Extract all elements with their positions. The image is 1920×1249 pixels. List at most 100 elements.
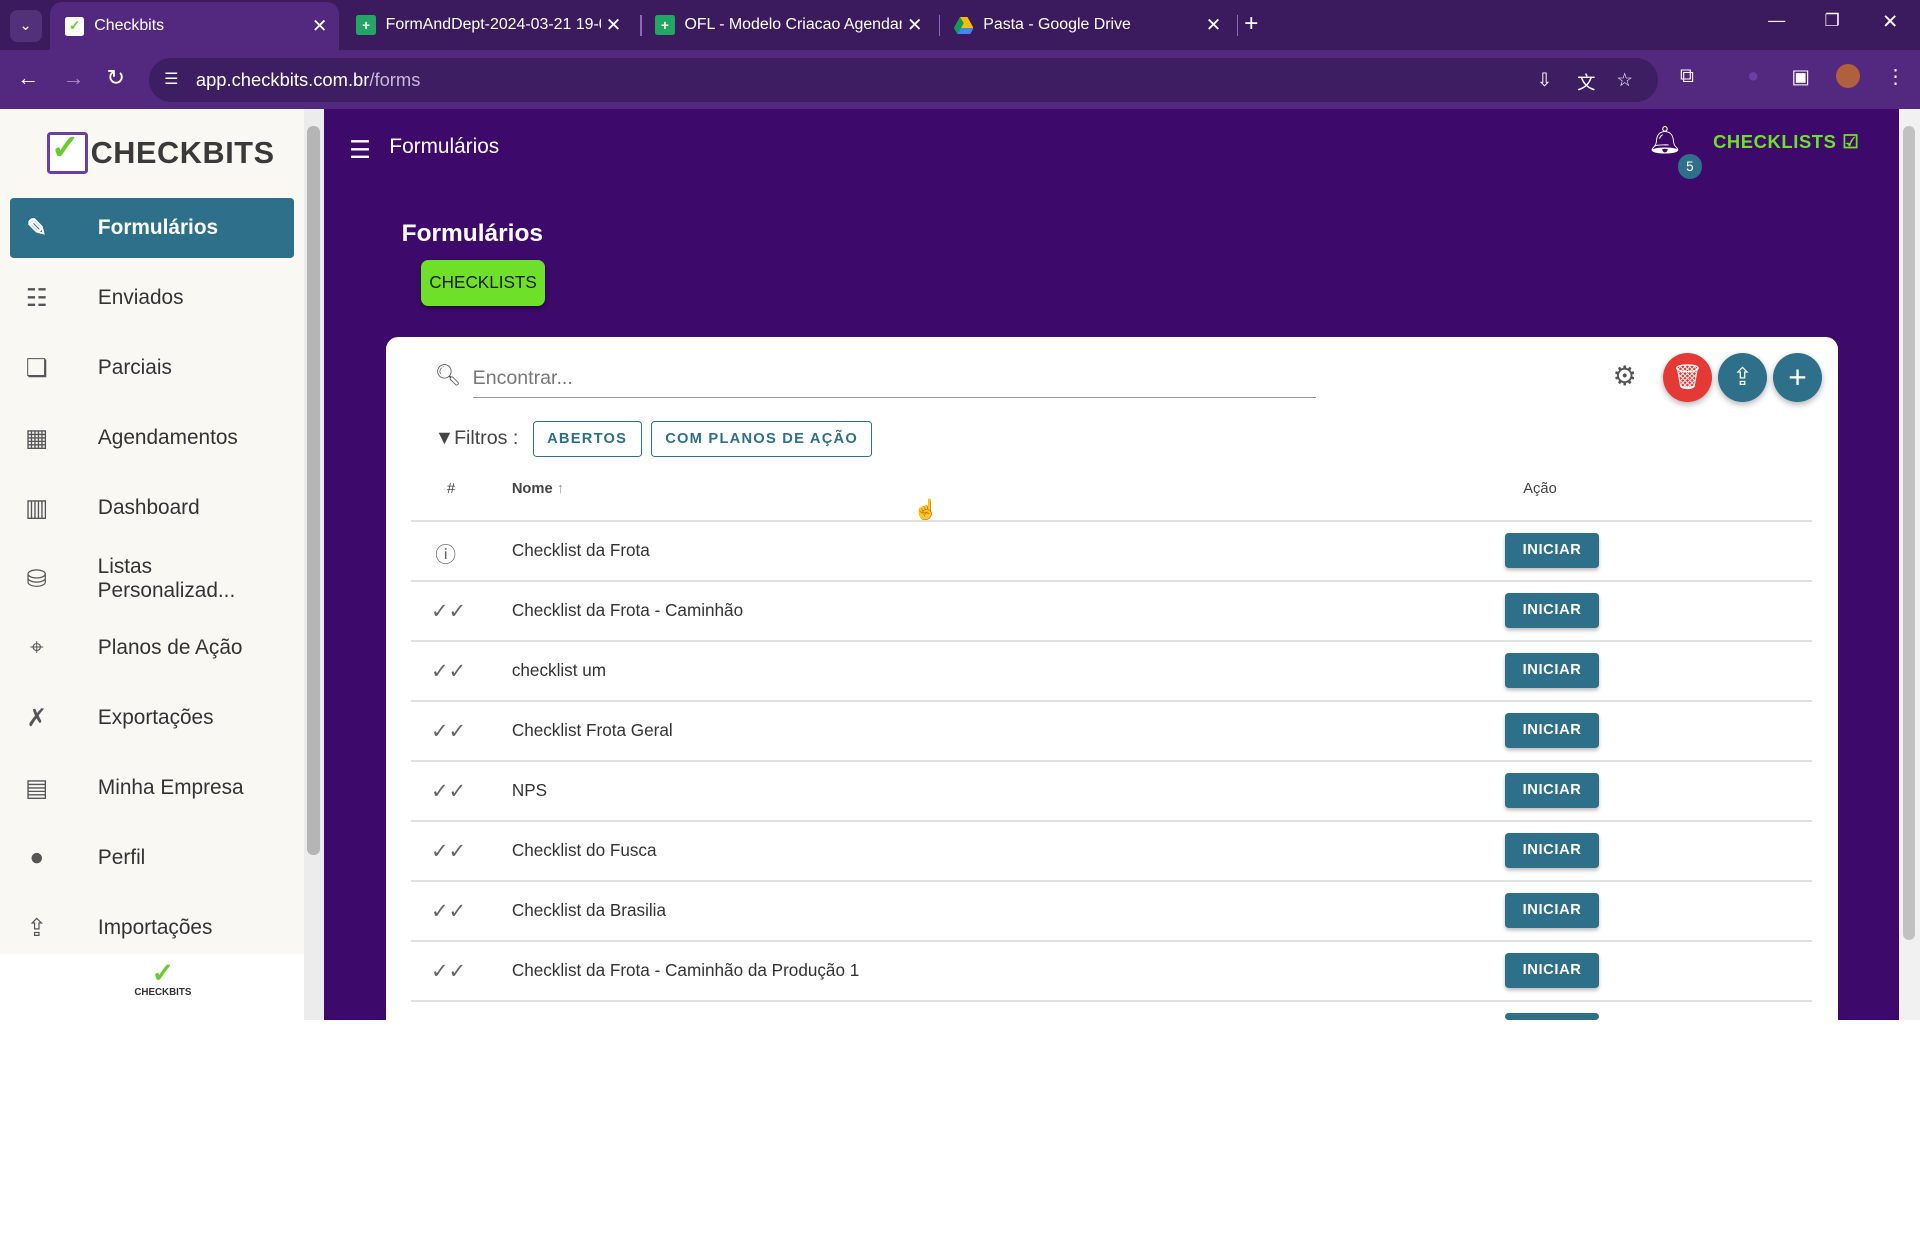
table-row-name: Checklist Frota Geral	[511, 720, 673, 740]
column-header-name-label: Nome	[511, 481, 553, 498]
logo-check-icon: ✓	[151, 957, 175, 988]
extensions-icon[interactable]: ⧉	[1680, 65, 1694, 88]
row-divider	[411, 1000, 1813, 1002]
row-divider	[411, 640, 1813, 642]
row-divider	[411, 940, 1813, 942]
page-scrollbar[interactable]	[1899, 108, 1920, 1020]
search-input[interactable]	[472, 360, 1317, 398]
category-chip-checklists[interactable]: CHECKLISTS	[421, 259, 545, 307]
new-tab-icon[interactable]: +	[1244, 10, 1258, 38]
bell-icon[interactable]: 🔔︎	[1648, 124, 1682, 156]
sidebar-footer: ✓ CHECKBITS	[0, 953, 325, 1020]
upload-button[interactable]: ⇪	[1717, 352, 1767, 402]
row-divider	[411, 520, 1813, 522]
menu-icon[interactable]: ☰	[349, 135, 371, 165]
browser-tab-bar: ⌄ ✓ Checkbits ✕ + FormAndDept-2024-03-21…	[0, 0, 1920, 51]
sidebar-item-label: Agendamentos	[97, 425, 238, 449]
iniciar-button[interactable]: INICIAR	[1504, 772, 1600, 809]
sidebar-item-planos[interactable]: ⌖ Planos de Ação	[10, 618, 294, 678]
row-divider	[411, 580, 1813, 582]
bar-chart-icon: ▥	[25, 494, 49, 522]
close-icon[interactable]: ✕	[601, 14, 625, 36]
browser-tab-checkbits[interactable]: ✓ Checkbits ✕	[50, 2, 340, 51]
row-divider	[411, 820, 1813, 822]
close-icon[interactable]: ✕	[902, 14, 926, 36]
sidebar-item-listas[interactable]: ⛁ Listas Personalizad...	[10, 549, 294, 609]
sidebar-item-perfil[interactable]: ● Perfil	[10, 828, 294, 888]
file-upload-icon: ⇪	[1732, 364, 1753, 392]
browser-tab-formanddept[interactable]: + FormAndDept-2024-03-21 19-0 ✕	[342, 0, 633, 50]
brand-logo[interactable]: ✓ CHECKBITS	[46, 129, 275, 174]
tab-search-button[interactable]: ⌄	[9, 9, 42, 42]
filter-abertos-button[interactable]: ABERTOS	[532, 421, 642, 457]
sidebar-item-label: Enviados	[97, 286, 184, 310]
calendar-check-icon: ▦	[25, 424, 49, 452]
hand-cursor-icon: ☝	[913, 499, 938, 522]
delete-button[interactable]: 🗑︎	[1662, 352, 1712, 402]
sidebar-item-exportacoes[interactable]: ✗ Exportações	[10, 688, 294, 748]
iniciar-button[interactable]: INICIAR	[1504, 952, 1600, 989]
add-form-button[interactable]: +	[1773, 352, 1823, 402]
building-icon: ▤	[25, 774, 49, 802]
header-checklists-link[interactable]: CHECKLISTS ☑	[1713, 131, 1859, 153]
restore-icon[interactable]: ❐	[1825, 10, 1840, 31]
address-bar[interactable]: ☰ app.checkbits.com.br/forms ⇩ 文 ☆	[149, 57, 1658, 102]
sidebar-item-agendamentos[interactable]: ▦ Agendamentos	[10, 408, 294, 468]
side-panel-icon[interactable]: ▣	[1791, 65, 1810, 89]
sidebar-item-parciais[interactable]: ❏ Parciais	[10, 338, 294, 398]
bookmark-star-icon[interactable]: ☆	[1616, 69, 1632, 91]
iniciar-button[interactable]: INICIAR	[1504, 832, 1600, 869]
scrollbar-thumb[interactable]	[1902, 126, 1916, 941]
form-edit-icon: ✎	[26, 215, 47, 243]
sort-arrow-up-icon: ↑	[556, 481, 565, 498]
notification-badge: 5	[1677, 154, 1703, 179]
minimize-icon[interactable]: —	[1768, 10, 1785, 31]
translate-icon[interactable]: 文	[1577, 69, 1595, 95]
filters-label: ▼Filtros :	[434, 427, 519, 450]
sidebar-item-label: Planos de Ação	[97, 636, 243, 660]
scrollbar-thumb[interactable]	[307, 126, 320, 855]
filter-planos-button[interactable]: COM PLANOS DE AÇÃO	[651, 421, 872, 457]
iniciar-button[interactable]: INICIAR	[1504, 652, 1600, 689]
sidebar-item-empresa[interactable]: ▤ Minha Empresa	[10, 758, 294, 818]
extension-icon[interactable]: ●	[1747, 65, 1759, 88]
sheets-favicon-icon: +	[356, 15, 376, 35]
install-app-icon[interactable]: ⇩	[1537, 69, 1552, 91]
gear-icon[interactable]: ⚙	[1613, 361, 1637, 392]
sidebar-item-label: Exportações	[97, 706, 214, 730]
browser-tab-drive[interactable]: Pasta - Google Drive ✕	[939, 0, 1233, 50]
sheets-favicon-icon: +	[655, 15, 675, 35]
close-icon[interactable]: ✕	[1201, 14, 1225, 36]
sidebar-item-enviados[interactable]: ☷ Enviados	[10, 268, 294, 328]
window-close-icon[interactable]: ✕	[1882, 10, 1898, 34]
info-icon[interactable]: ⓘ	[431, 538, 460, 568]
browser-tab-ofl[interactable]: + OFL - Modelo Criacao Agendam ✕	[640, 0, 934, 50]
sidebar-item-formularios[interactable]: ✎ Formulários	[9, 198, 294, 259]
sidebar-item-dashboard[interactable]: ▥ Dashboard	[10, 478, 294, 538]
drive-favicon-icon	[953, 15, 974, 35]
iniciar-button-partial[interactable]	[1504, 1012, 1600, 1020]
table-row-name: checklist um	[511, 660, 607, 680]
iniciar-button[interactable]: INICIAR	[1504, 892, 1600, 929]
browser-toolbar: ← → ↻ ☰ app.checkbits.com.br/forms ⇩ 文 ☆…	[0, 50, 1920, 109]
close-icon[interactable]: ✕	[307, 15, 331, 37]
more-vert-icon[interactable]: ⋮	[1886, 65, 1906, 89]
iniciar-button[interactable]: INICIAR	[1504, 712, 1600, 749]
sidebar-item-importacoes[interactable]: ⇪ Importações	[10, 898, 294, 958]
forward-icon[interactable]: →	[62, 65, 84, 91]
url-text: app.checkbits.com.br/forms	[195, 68, 421, 90]
iniciar-button[interactable]: INICIAR	[1504, 592, 1600, 629]
sidebar-scrollbar[interactable]	[303, 108, 325, 1020]
back-icon[interactable]: ←	[17, 65, 39, 91]
site-info-icon[interactable]: ☰	[164, 69, 178, 89]
tab-divider	[1236, 14, 1238, 36]
double-check-icon: ✓✓	[431, 839, 466, 863]
iniciar-button[interactable]: INICIAR	[1504, 532, 1600, 569]
logo-check-icon: ✓	[46, 129, 89, 174]
avatar[interactable]	[1835, 63, 1860, 89]
reload-icon[interactable]: ↻	[107, 65, 125, 91]
column-header-name[interactable]: Nome ↑	[512, 481, 564, 497]
sidebar-item-label: Minha Empresa	[97, 775, 244, 799]
logo-text: CHECKBITS	[90, 135, 275, 170]
sidebar-item-label: Dashboard	[97, 495, 200, 519]
